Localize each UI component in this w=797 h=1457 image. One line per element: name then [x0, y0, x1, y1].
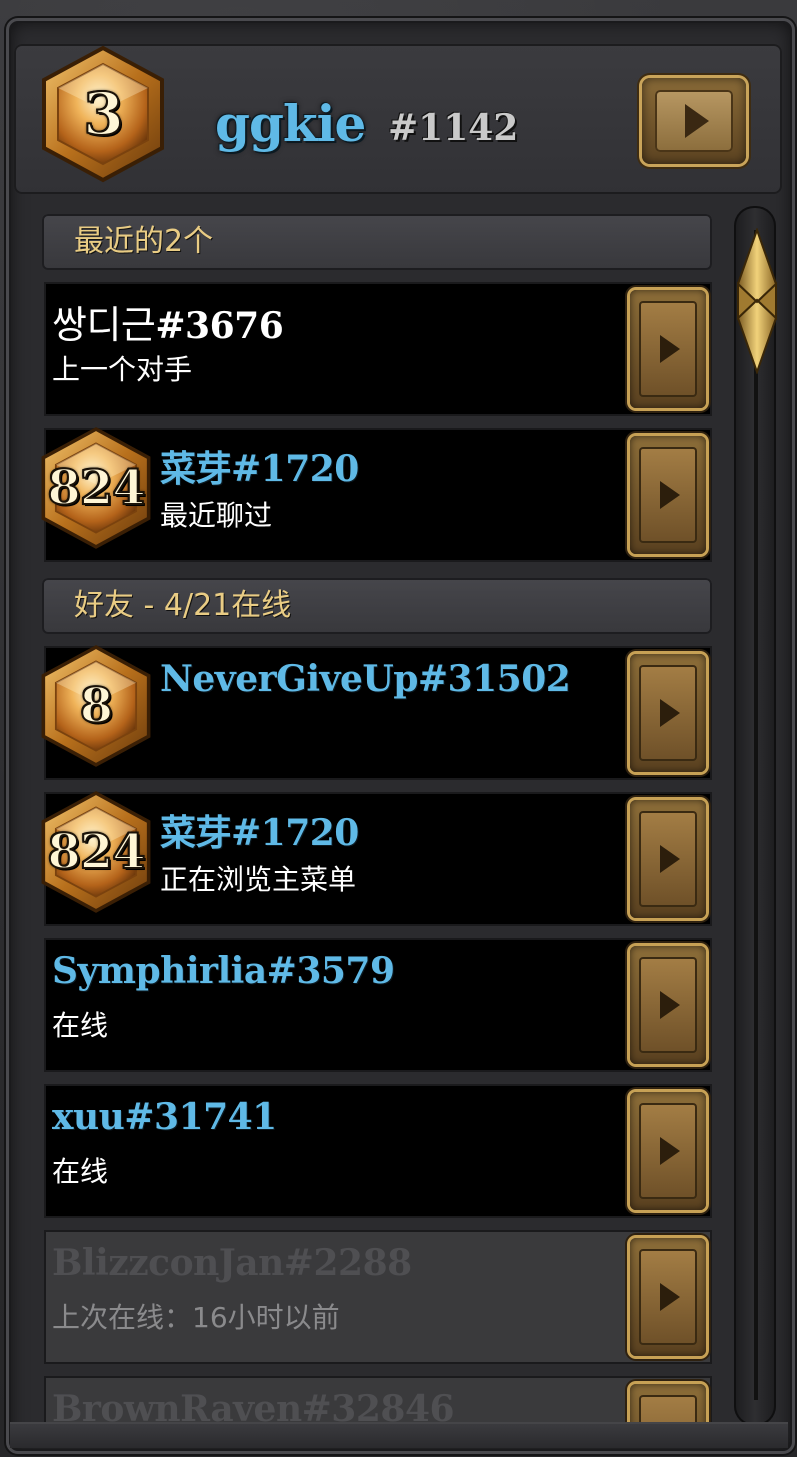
- scrollbar-rail: [754, 230, 758, 1400]
- list-item[interactable]: BlizzconJan#2288 上次在线：16小时以前: [44, 1230, 712, 1364]
- list-item[interactable]: BrownRaven#32846: [44, 1376, 712, 1426]
- play-icon: [660, 991, 680, 1019]
- friend-name: Symphirlia#3579: [52, 950, 395, 992]
- friend-name: 菜芽#1720: [160, 448, 359, 490]
- play-icon: [660, 481, 680, 509]
- friend-name: NeverGiveUp#31502: [160, 658, 571, 700]
- friend-options-button[interactable]: [630, 436, 706, 554]
- section-header-recent: 最近的2个: [42, 214, 712, 270]
- list-item[interactable]: 8 NeverGiveUp#31502: [41, 645, 712, 780]
- friend-name: BlizzconJan#2288: [52, 1242, 412, 1284]
- friend-rank-number: 8: [79, 677, 114, 735]
- friend-options-button[interactable]: [630, 290, 706, 408]
- friend-name: 菜芽#1720: [160, 812, 359, 854]
- friend-rank-gem: 824: [38, 788, 154, 916]
- friend-status: 正在浏览主菜单: [160, 863, 357, 896]
- list-item[interactable]: Symphirlia#3579 在线: [44, 938, 712, 1072]
- player-rank-number: 3: [82, 79, 124, 149]
- play-icon: [660, 845, 680, 873]
- friend-name: BrownRaven#32846: [52, 1388, 455, 1426]
- friend-status: 在线: [52, 1009, 109, 1042]
- play-icon: [685, 104, 709, 138]
- friend-name: xuu#31741: [52, 1096, 277, 1138]
- friends-panel: 3 ggkie #1142 最近的2个 쌍디근#3676 上一个对手 824 菜…: [0, 0, 797, 1457]
- friends-list[interactable]: 最近的2个 쌍디근#3676 上一个对手 824 菜芽#1720 最近聊过 好友…: [38, 206, 720, 1426]
- friend-options-button[interactable]: [630, 1384, 706, 1426]
- player-rank-gem: 3: [38, 44, 168, 184]
- friend-status: 在线: [52, 1155, 109, 1188]
- player-battletag-name: ggkie: [215, 94, 366, 153]
- friend-rank-gem: 824: [38, 424, 154, 552]
- friend-rank-gem: 8: [38, 642, 154, 770]
- scrollbar-thumb[interactable]: [734, 228, 780, 374]
- play-icon: [660, 335, 680, 363]
- play-icon: [660, 1283, 680, 1311]
- friend-options-button[interactable]: [630, 1092, 706, 1210]
- friend-status: 上次在线：16小时以前: [52, 1301, 340, 1334]
- play-icon: [660, 699, 680, 727]
- friend-rank-number: 824: [46, 459, 146, 517]
- friend-options-button[interactable]: [630, 654, 706, 772]
- panel-bottom-edge: [10, 1422, 788, 1448]
- player-menu-button[interactable]: [642, 78, 746, 164]
- list-item[interactable]: 쌍디근#3676 上一个对手: [44, 282, 712, 416]
- list-item[interactable]: 824 菜芽#1720 正在浏览主菜单: [41, 791, 712, 926]
- friend-options-button[interactable]: [630, 1238, 706, 1356]
- play-icon: [660, 1137, 680, 1165]
- section-header-friends: 好友 - 4/21在线: [42, 578, 712, 634]
- player-battletag-number: #1142: [388, 107, 519, 149]
- list-item[interactable]: 824 菜芽#1720 最近聊过: [41, 427, 712, 562]
- friend-status: 最近聊过: [160, 499, 273, 532]
- friend-status: 上一个对手: [52, 353, 193, 386]
- friend-options-button[interactable]: [630, 946, 706, 1064]
- friend-options-button[interactable]: [630, 800, 706, 918]
- friend-rank-number: 824: [46, 823, 146, 881]
- friend-name: 쌍디근#3676: [52, 303, 284, 347]
- list-item[interactable]: xuu#31741 在线: [44, 1084, 712, 1218]
